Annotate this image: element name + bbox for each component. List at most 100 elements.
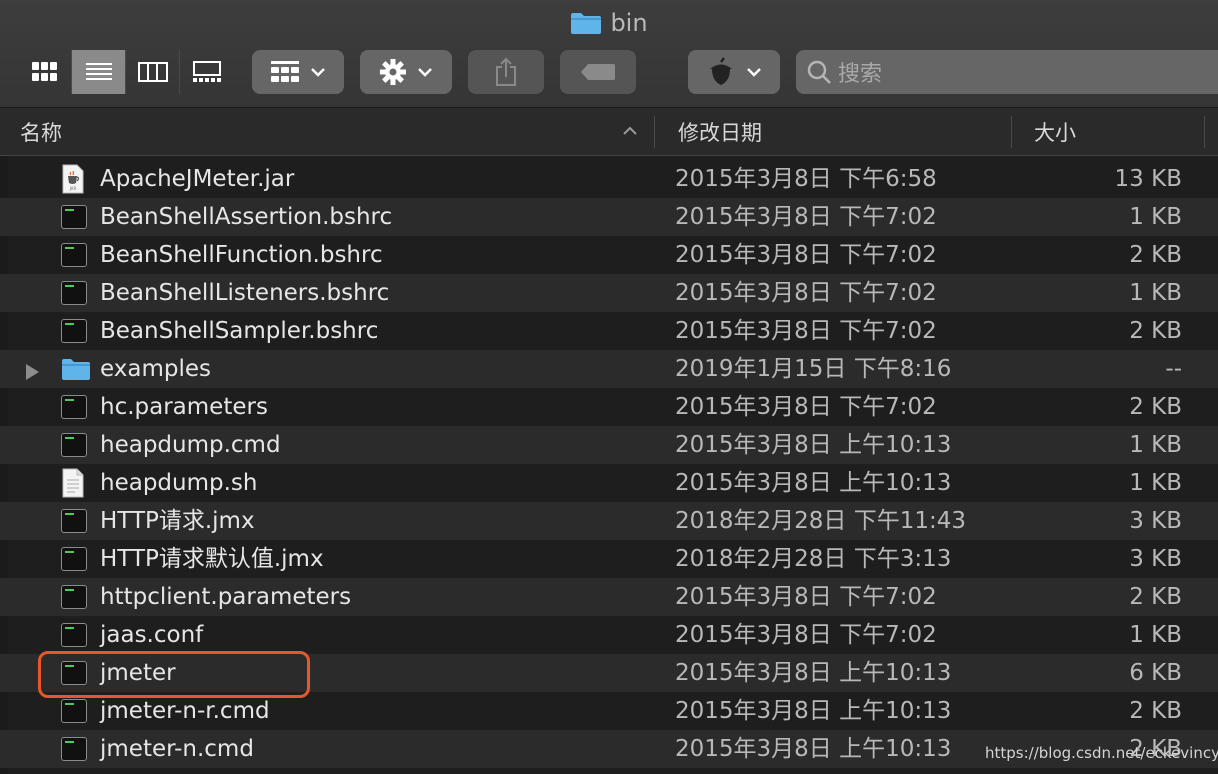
gear-icon	[380, 59, 406, 85]
file-date: 2015年3月8日 上午10:13	[675, 470, 952, 496]
file-row[interactable]: BeanShellSampler.bshrc 2015年3月8日 下午7:02 2 …	[0, 312, 1218, 350]
file-size: 2 KB	[1129, 318, 1182, 344]
file-row[interactable]: BeanShellAssertion.bshrc 2015年3月8日 下午7:02…	[0, 198, 1218, 236]
file-row[interactable]: examples 2019年1月15日 下午8:16 --	[0, 350, 1218, 388]
search-placeholder: 搜索	[838, 62, 883, 87]
file-name: heapdump.cmd	[100, 432, 281, 458]
group-by-button[interactable]	[252, 50, 344, 94]
terminal-file-icon	[61, 203, 89, 231]
file-date: 2018年2月28日 下午11:43	[675, 508, 967, 534]
file-row[interactable]: heapdump.cmd 2015年3月8日 上午10:13 1 KB	[0, 426, 1218, 464]
file-date: 2015年3月8日 下午7:02	[675, 318, 937, 344]
file-row[interactable]: heapdump.sh 2015年3月8日 上午10:13 1 KB	[0, 464, 1218, 502]
file-name: hc.parameters	[100, 394, 268, 420]
file-name: BeanShellAssertion.bshrc	[100, 204, 393, 230]
file-name: jmeter	[100, 660, 176, 686]
terminal-file-icon	[61, 393, 89, 421]
tags-button[interactable]	[560, 50, 636, 94]
search-icon	[807, 60, 831, 84]
file-name: jmeter-n.cmd	[100, 736, 254, 762]
terminal-file-icon	[61, 241, 89, 269]
file-size: 1 KB	[1129, 622, 1182, 648]
file-date: 2015年3月8日 下午7:02	[675, 622, 937, 648]
file-size: 2 KB	[1129, 394, 1182, 420]
list-view-button[interactable]	[72, 50, 126, 94]
share-icon	[496, 57, 516, 86]
file-name: jmeter-n-r.cmd	[100, 698, 270, 724]
file-name: ApacheJMeter.jar	[100, 166, 295, 192]
search-field[interactable]: 搜索	[796, 50, 1218, 94]
column-header-date[interactable]: 修改日期	[678, 108, 762, 156]
file-row[interactable]: httpclient.parameters 2015年3月8日 下午7:02 2 K…	[0, 578, 1218, 616]
file-size: --	[1165, 356, 1182, 382]
file-list: JAR ApacheJMeter.jar 2015年3月8日 下午6:58 13 KB…	[0, 160, 1218, 768]
folder-icon	[61, 355, 90, 383]
terminal-file-icon	[61, 583, 89, 611]
terminal-file-icon	[61, 659, 89, 687]
file-size: 2 KB	[1129, 242, 1182, 268]
file-date: 2015年3月8日 上午10:13	[675, 660, 952, 686]
file-date: 2015年3月8日 下午7:02	[675, 280, 937, 306]
terminal-file-icon	[61, 317, 89, 345]
file-row[interactable]: HTTP请求默认值.jmx 2018年2月28日 下午3:13 3 KB	[0, 540, 1218, 578]
file-name: httpclient.parameters	[100, 584, 352, 610]
file-row[interactable]: HTTP请求.jmx 2018年2月28日 下午11:43 3 KB	[0, 502, 1218, 540]
file-size: 2 KB	[1129, 698, 1182, 724]
file-name: jaas.conf	[100, 622, 204, 648]
column-view-button[interactable]	[126, 50, 180, 94]
column-date-label: 修改日期	[678, 121, 762, 145]
folder-icon	[571, 13, 602, 34]
file-row[interactable]: JAR ApacheJMeter.jar 2015年3月8日 下午6:58 13 KB	[0, 160, 1218, 198]
acorn-icon	[710, 57, 732, 85]
terminal-file-icon	[61, 431, 89, 459]
gallery-view-button[interactable]	[180, 50, 234, 94]
file-name: BeanShellListeners.bshrc	[100, 280, 390, 306]
terminal-file-icon	[61, 507, 89, 535]
chevron-down-icon	[418, 68, 432, 77]
file-date: 2015年3月8日 下午7:02	[675, 242, 937, 268]
file-name: HTTP请求.jmx	[100, 508, 255, 534]
watermark: https://blog.csdn.net/eckevincyh	[985, 744, 1218, 762]
file-size: 1 KB	[1129, 470, 1182, 496]
file-row[interactable]: jmeter-n-r.cmd 2015年3月8日 上午10:13 2 KB	[0, 692, 1218, 730]
file-name: HTTP请求默认值.jmx	[100, 546, 324, 572]
file-row[interactable]: BeanShellListeners.bshrc 2015年3月8日 下午7:02…	[0, 274, 1218, 312]
icon-view-button[interactable]	[18, 50, 72, 94]
file-date: 2015年3月8日 下午7:02	[675, 394, 937, 420]
file-size: 1 KB	[1129, 432, 1182, 458]
file-size: 2 KB	[1129, 584, 1182, 610]
file-size: 1 KB	[1129, 280, 1182, 306]
file-row[interactable]: jaas.conf 2015年3月8日 下午7:02 1 KB	[0, 616, 1218, 654]
tag-icon	[581, 64, 615, 80]
file-row[interactable]: hc.parameters 2015年3月8日 下午7:02 2 KB	[0, 388, 1218, 426]
grid-icon	[31, 62, 57, 81]
column-header-size[interactable]: 大小	[1034, 108, 1076, 156]
file-date: 2015年3月8日 下午6:58	[675, 166, 937, 192]
column-header-name[interactable]: 名称	[20, 108, 62, 156]
column-header: 名称 修改日期 大小	[0, 108, 1218, 156]
file-date: 2019年1月15日 下午8:16	[675, 356, 952, 382]
action-button[interactable]	[360, 50, 452, 94]
sort-ascending-icon	[623, 126, 637, 135]
file-size: 6 KB	[1129, 660, 1182, 686]
gallery-icon	[193, 61, 221, 82]
share-button[interactable]	[468, 50, 544, 94]
terminal-file-icon	[61, 279, 89, 307]
document-icon	[61, 468, 89, 498]
disclosure-triangle-icon[interactable]	[24, 361, 40, 387]
file-row[interactable]: BeanShellFunction.bshrc 2015年3月8日 下午7:02 2…	[0, 236, 1218, 274]
terminal-file-icon	[61, 545, 89, 573]
chevron-down-icon	[311, 68, 325, 77]
file-row[interactable]: jmeter 2015年3月8日 上午10:13 6 KB	[0, 654, 1218, 692]
file-date: 2018年2月28日 下午3:13	[675, 546, 952, 572]
group-icon	[271, 61, 299, 82]
view-switcher[interactable]	[16, 50, 236, 94]
jar-icon: JAR	[61, 164, 89, 194]
file-size: 13 KB	[1114, 166, 1182, 192]
file-date: 2015年3月8日 上午10:13	[675, 736, 952, 762]
app-extension-button[interactable]	[688, 50, 780, 94]
list-icon	[85, 63, 112, 80]
columns-icon	[137, 62, 168, 82]
svg-text:JAR: JAR	[69, 186, 77, 191]
terminal-file-icon	[61, 621, 89, 649]
